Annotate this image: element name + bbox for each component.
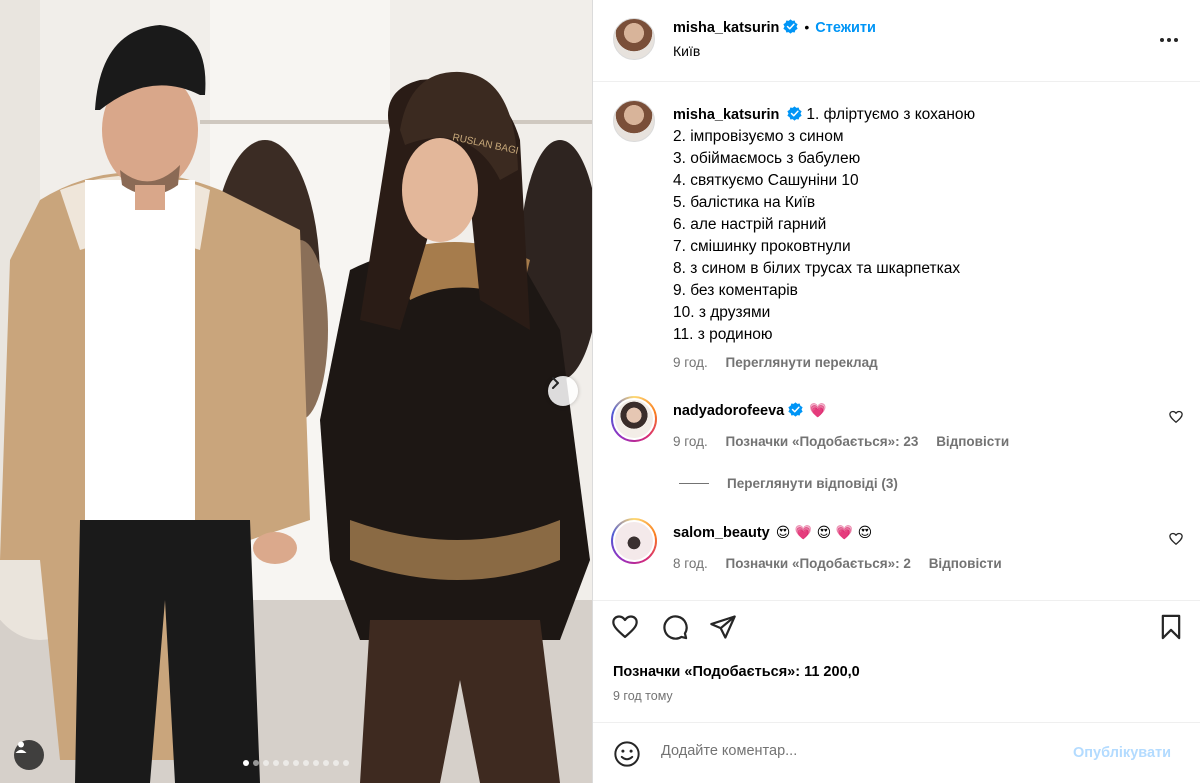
emoji-icon	[614, 741, 640, 767]
carousel-dot	[323, 760, 329, 766]
more-options-button[interactable]	[1159, 30, 1179, 55]
comment-like-button[interactable]	[1169, 532, 1183, 551]
caption-line: 10. з друзями	[673, 304, 771, 321]
caption-line: 8. з сином в білих трусах та шкарпетках	[673, 260, 961, 277]
add-comment-bar: Опублікувати	[593, 722, 1200, 783]
posted-time: 9 год тому	[613, 689, 673, 703]
avatar[interactable]	[613, 18, 655, 60]
comment-avatar[interactable]	[611, 518, 657, 564]
verified-icon	[783, 19, 799, 34]
post-location[interactable]: Київ	[673, 43, 700, 59]
caption-line: 4. святкуємо Сашуніни 10	[673, 172, 859, 189]
emoji-button[interactable]	[613, 740, 641, 773]
comment-text: 😍 💗 😍 💗 😍	[775, 525, 873, 541]
comment-likes[interactable]: Позначки «Подобається»: 23	[726, 434, 919, 449]
comment-time[interactable]: 9 год.	[673, 434, 708, 449]
save-button[interactable]	[1157, 613, 1185, 646]
likes-count[interactable]: Позначки «Подобається»: 11 200,0	[613, 664, 860, 680]
post-comment-button[interactable]: Опублікувати	[1073, 745, 1171, 761]
follow-button[interactable]: Стежити	[815, 20, 876, 36]
carousel-dot	[273, 760, 279, 766]
comment-username[interactable]: nadyadorofeeva	[673, 403, 784, 419]
post-panel: misha_katsurin • Стежити Київ misha_katsur…	[593, 0, 1200, 783]
view-replies-button[interactable]: Переглянути відповіді (3)	[679, 476, 898, 491]
carousel-dot	[303, 760, 309, 766]
comment-avatar[interactable]	[611, 396, 657, 442]
more-icon	[1160, 38, 1178, 42]
comment-meta: 8 год. Позначки «Подобається»: 2 Відпові…	[673, 556, 1002, 571]
caption-username[interactable]: misha_katsurin	[673, 107, 779, 123]
carousel-dot	[243, 760, 249, 766]
carousel-dot	[293, 760, 299, 766]
verified-icon	[788, 402, 803, 417]
caption-line: 7. смішинку проковтнули	[673, 238, 851, 255]
verified-icon	[787, 106, 803, 121]
comment-icon	[663, 615, 688, 640]
separator-dot: •	[804, 19, 810, 35]
like-button[interactable]	[611, 613, 639, 646]
carousel-dot	[313, 760, 319, 766]
share-icon	[710, 615, 736, 639]
post-actions	[593, 600, 1200, 654]
replies-line	[679, 483, 709, 484]
comment-like-button[interactable]	[1169, 410, 1183, 429]
heart-icon	[612, 615, 638, 639]
comment-text: 💗	[809, 403, 827, 419]
comment-input[interactable]	[661, 743, 1061, 759]
translate-button[interactable]: Переглянути переклад	[726, 355, 878, 370]
comment-likes[interactable]: Позначки «Подобається»: 2	[726, 556, 911, 571]
carousel-indicators	[0, 760, 592, 766]
post-caption: misha_katsurin 1. фліртуємо з коханою 2. …	[673, 104, 1113, 374]
photo-illustration: RUSLAN BAGI	[0, 0, 592, 783]
heart-icon	[1169, 410, 1183, 423]
caption-meta: 9 год. Переглянути переклад	[673, 352, 1113, 374]
view-replies-label: Переглянути відповіді (3)	[727, 476, 898, 491]
carousel-next-button[interactable]	[548, 376, 578, 406]
header-title-row: misha_katsurin • Стежити	[673, 19, 876, 37]
caption-line: 3. обіймаємось з бабулею	[673, 150, 861, 167]
carousel-dot	[333, 760, 339, 766]
author-username[interactable]: misha_katsurin	[673, 20, 779, 36]
comment-meta: 9 год. Позначки «Подобається»: 23 Відпов…	[673, 434, 1009, 449]
post-photo[interactable]: RUSLAN BAGI	[0, 0, 592, 783]
caption-line: 6. але настрій гарний	[673, 216, 827, 233]
caption-avatar[interactable]	[613, 100, 655, 142]
caption-line: 5. балістика на Київ	[673, 194, 816, 211]
carousel-dot	[253, 760, 259, 766]
caption-line: 11. з родиною	[673, 326, 773, 343]
carousel-dot	[343, 760, 349, 766]
comment-button[interactable]	[661, 613, 689, 646]
comment-time[interactable]: 8 год.	[673, 556, 708, 571]
user-tag-icon	[15, 741, 27, 753]
share-button[interactable]	[709, 613, 737, 646]
reply-button[interactable]: Відповісти	[936, 434, 1009, 449]
comment-username[interactable]: salom_beauty	[673, 525, 770, 541]
carousel-dot	[283, 760, 289, 766]
caption-line: 2. імпровізуємо з сином	[673, 128, 844, 145]
chevron-right-icon	[552, 377, 559, 389]
reply-button[interactable]: Відповісти	[929, 556, 1002, 571]
comment-row: nadyadorofeeva 💗	[673, 402, 827, 420]
caption-time[interactable]: 9 год.	[673, 355, 708, 370]
post-header: misha_katsurin • Стежити Київ	[593, 0, 1200, 82]
caption-line: 9. без коментарів	[673, 282, 798, 299]
caption-line: 1. фліртуємо з коханою	[806, 106, 976, 123]
heart-icon	[1169, 532, 1183, 545]
carousel-dot	[263, 760, 269, 766]
bookmark-icon	[1161, 614, 1181, 640]
comment-row: salom_beauty 😍 💗 😍 💗 😍	[673, 524, 872, 542]
